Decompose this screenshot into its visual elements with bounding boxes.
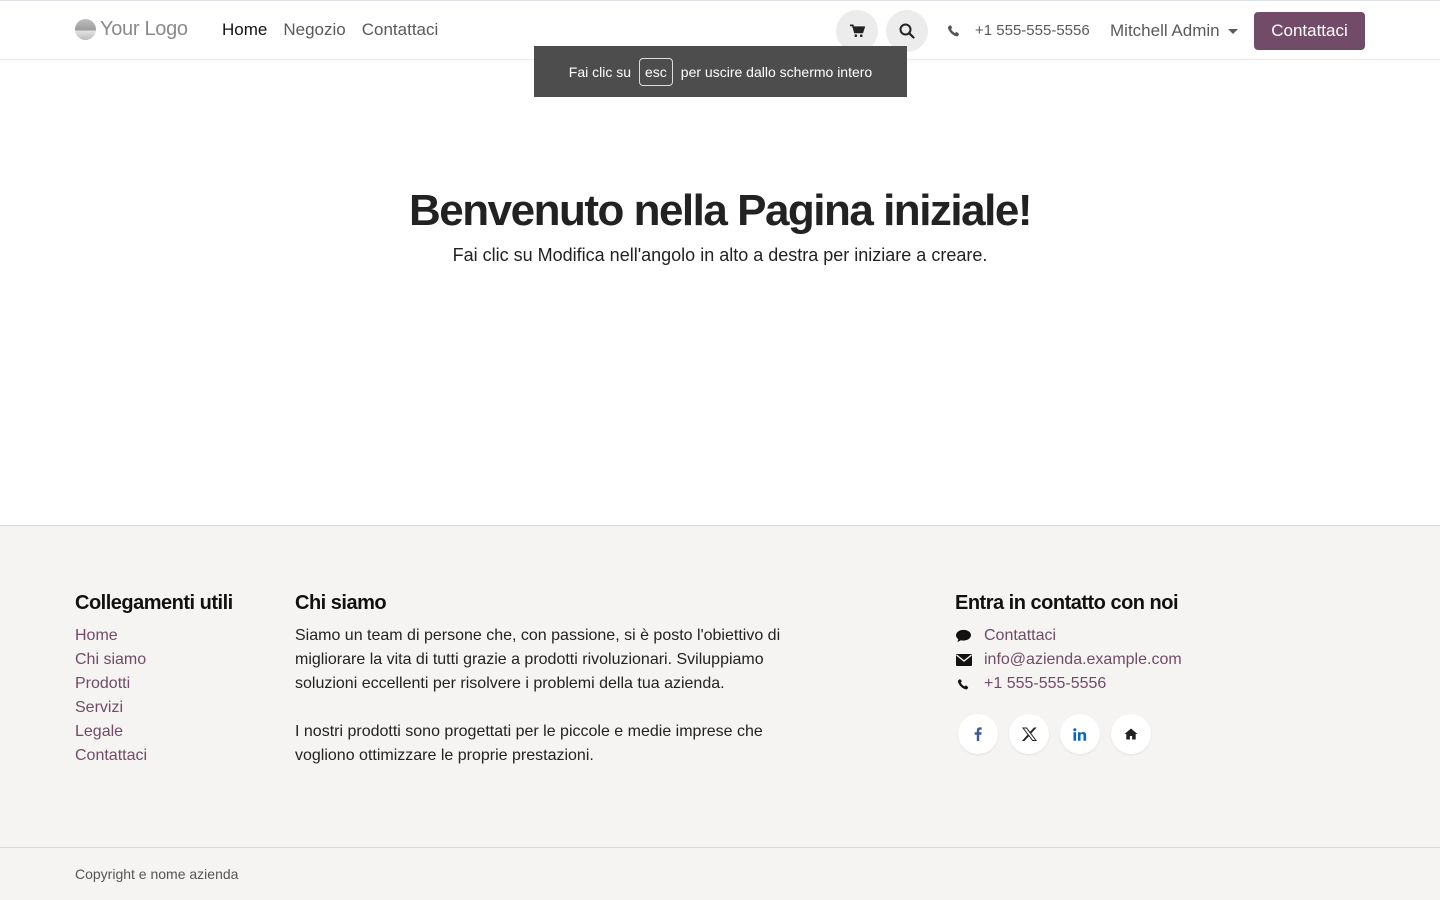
footer-link-contact[interactable]: Contattaci (75, 744, 147, 768)
useful-links-heading: Collegamenti utili (75, 592, 233, 614)
site-footer: Collegamenti utili Home Chi siamo Prodot… (0, 525, 1440, 847)
footer-link-home[interactable]: Home (75, 624, 147, 648)
footer-link-services[interactable]: Servizi (75, 696, 147, 720)
copyright-bar: Copyright e nome azienda (0, 847, 1440, 900)
site-logo[interactable]: Your Logo (75, 18, 188, 41)
phone-icon (955, 678, 972, 691)
logo-text: Your Logo (100, 18, 188, 40)
user-menu[interactable]: Mitchell Admin (1110, 21, 1238, 41)
comment-icon (955, 629, 972, 643)
contact-item-label: info@azienda.example.com (984, 651, 1182, 668)
footer-link-about[interactable]: Chi siamo (75, 648, 147, 672)
logo-mark-icon (75, 19, 96, 40)
linkedin-link[interactable] (1060, 714, 1100, 754)
facebook-link[interactable] (958, 714, 998, 754)
social-links (958, 714, 1151, 754)
header-phone-number: +1 555-555-5556 (975, 22, 1090, 39)
facebook-icon (974, 727, 982, 741)
nav-item-shop[interactable]: Negozio (283, 20, 345, 40)
contact-us-button[interactable]: Contattaci (1254, 12, 1365, 50)
search-icon (899, 23, 915, 39)
footer-link-legal[interactable]: Legale (75, 720, 147, 744)
esc-key-badge: esc (639, 57, 673, 86)
toast-text-before: Fai clic su (568, 63, 631, 80)
nav-item-home[interactable]: Home (222, 20, 267, 40)
fullscreen-exit-toast: Fai clic su esc per uscire dallo schermo… (534, 46, 907, 97)
hero-subtitle: Fai clic su Modifica nell'angolo in alto… (452, 245, 988, 265)
phone-icon (947, 24, 960, 36)
hero-title-end: ! (1017, 186, 1033, 235)
footer-link-products[interactable]: Prodotti (75, 672, 147, 696)
about-text: Siamo un team di persone che, con passio… (295, 624, 815, 768)
hero-title: Benvenuto nella Pagina iniziale! (0, 186, 1440, 236)
contact-item-email[interactable]: info@azienda.example.com (955, 648, 1182, 672)
contact-heading: Entra in contatto con noi (955, 592, 1179, 614)
x-twitter-icon (1021, 727, 1037, 741)
header-phone[interactable]: +1 555-555-5556 (947, 22, 1090, 39)
x-twitter-link[interactable] (1009, 714, 1049, 754)
cart-icon (849, 24, 865, 37)
linkedin-icon (1073, 727, 1087, 741)
about-paragraph-1: Siamo un team di persone che, con passio… (295, 627, 781, 692)
contact-item-phone[interactable]: +1 555-555-5556 (955, 672, 1182, 696)
contact-item-label: +1 555-555-5556 (984, 675, 1107, 692)
user-name: Mitchell Admin (1110, 21, 1220, 40)
about-paragraph-2: I nostri prodotti sono progettati per le… (295, 723, 763, 764)
useful-links-list: Home Chi siamo Prodotti Servizi Legale C… (75, 624, 147, 768)
home-icon (1124, 728, 1138, 740)
envelope-icon (955, 654, 972, 666)
main-nav: Home Negozio Contattaci (222, 20, 438, 40)
copyright-text: Copyright e nome azienda (75, 866, 239, 882)
nav-item-contact[interactable]: Contattaci (362, 20, 439, 40)
contact-list: Contattaci info@azienda.example.com +1 5… (955, 624, 1182, 696)
toast-text-after: per uscire dallo schermo intero (680, 63, 873, 80)
contact-item-label: Contattaci (984, 627, 1057, 644)
about-heading: Chi siamo (295, 592, 387, 614)
hero-title-bold: Pagina iniziale (737, 186, 1019, 235)
chevron-down-icon (1227, 28, 1238, 34)
contact-item-contact-us[interactable]: Contattaci (955, 624, 1182, 648)
hero-title-plain: Benvenuto nella (409, 186, 738, 235)
website-link[interactable] (1111, 714, 1151, 754)
